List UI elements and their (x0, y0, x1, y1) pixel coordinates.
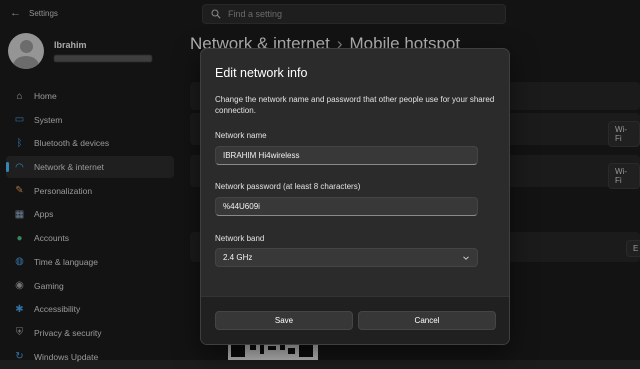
chevron-down-icon (463, 255, 469, 260)
network-name-input[interactable] (215, 146, 478, 165)
save-button[interactable]: Save (215, 311, 353, 330)
network-band-label: Network band (215, 234, 265, 243)
network-name-label: Network name (215, 131, 267, 140)
dialog-footer: Save Cancel (201, 296, 509, 344)
cancel-button[interactable]: Cancel (358, 311, 496, 330)
dialog-title: Edit network info (215, 66, 308, 80)
network-band-value: 2.4 GHz (223, 253, 253, 262)
network-password-input[interactable] (215, 197, 478, 216)
edit-network-info-dialog: Edit network info Change the network nam… (200, 48, 510, 345)
network-password-label: Network password (at least 8 characters) (215, 182, 361, 191)
dialog-description: Change the network name and password tha… (215, 95, 495, 115)
network-band-select[interactable]: 2.4 GHz (215, 248, 478, 267)
